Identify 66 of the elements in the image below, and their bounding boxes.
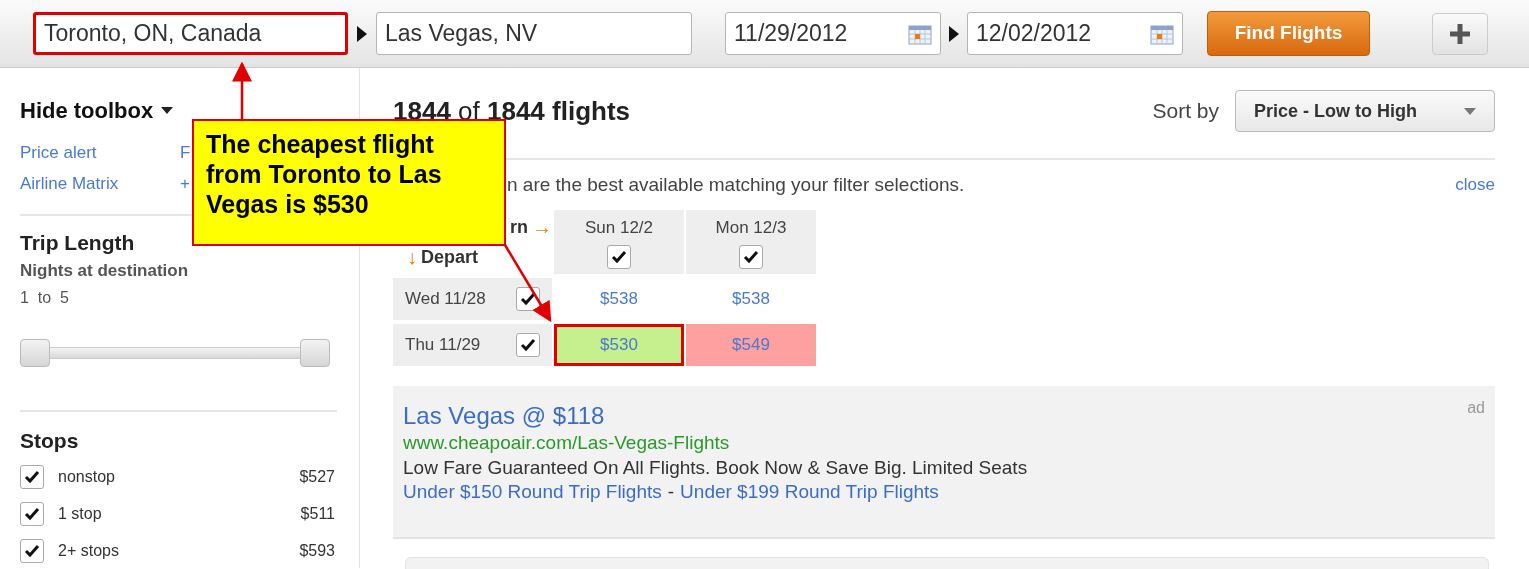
section-title: Trip Length xyxy=(20,230,136,256)
checkbox[interactable] xyxy=(20,465,44,489)
checkbox[interactable] xyxy=(516,287,540,311)
checkbox[interactable] xyxy=(516,333,540,357)
stop-label: 2+ stops xyxy=(58,541,120,561)
link-separator: - xyxy=(667,480,675,504)
calendar-icon[interactable] xyxy=(1150,22,1174,45)
column-date: Sun 12/2 xyxy=(584,217,654,240)
sort-dropdown[interactable]: Price - Low to High xyxy=(1235,90,1495,132)
checkbox[interactable] xyxy=(20,539,44,563)
check-icon xyxy=(520,292,536,306)
toolbox-link[interactable]: + xyxy=(180,174,190,193)
arrow-right-icon xyxy=(949,25,959,42)
column-date: Mon 12/3 xyxy=(715,217,787,240)
sort-label: Sort by xyxy=(1152,98,1219,125)
ad-link[interactable]: Under $199 Round Trip Flights xyxy=(680,480,939,504)
ad-url-link[interactable]: www.cheapoair.com/Las-Vegas-Flights xyxy=(403,431,730,455)
ad-tag: ad xyxy=(1467,396,1485,420)
callout-arrow xyxy=(232,61,252,119)
caret-icon[interactable] xyxy=(161,107,174,115)
return-arrow-icon: → xyxy=(532,212,552,242)
input-field[interactable]: 12/02/2012 xyxy=(967,12,1183,55)
slider-handle[interactable] xyxy=(20,339,50,367)
ad-description: Low Fare Guaranteed On All Flights. Book Now & Save Big. Limited Seats xyxy=(403,456,1029,480)
checkbox[interactable] xyxy=(20,502,44,526)
stop-price: $511 xyxy=(300,504,335,524)
callout-box: The cheapest flight from Toronto to Las Vegas is $530 xyxy=(192,119,506,246)
caret-icon xyxy=(1464,107,1476,115)
close-link[interactable]: close xyxy=(1455,172,1495,198)
ad-title-link[interactable]: Las Vegas @ $118 xyxy=(403,402,605,430)
depart-label: Depart xyxy=(421,245,478,269)
input-field[interactable]: Las Vegas, NV xyxy=(376,12,692,55)
return-label: rn xyxy=(510,215,528,239)
row-date: Wed 11/28 xyxy=(405,288,486,311)
checkbox[interactable] xyxy=(607,244,631,269)
checkbox[interactable] xyxy=(739,244,763,269)
stop-price: $593 xyxy=(299,541,335,561)
hide-toolbox-toggle[interactable]: Hide toolbox xyxy=(20,98,154,124)
check-icon xyxy=(24,470,40,484)
add-button[interactable] xyxy=(1432,12,1488,55)
price-cell[interactable]: $530 xyxy=(554,324,684,366)
notice-text: n are the best available matching your filter selections. xyxy=(507,172,965,197)
slider-handle[interactable] xyxy=(300,339,330,367)
find-flights-button[interactable]: Find Flights xyxy=(1207,11,1370,56)
plus-icon xyxy=(1449,22,1471,45)
check-icon xyxy=(24,507,40,521)
section-subtitle: Nights at destination xyxy=(20,260,190,282)
check-icon xyxy=(743,249,759,264)
arrow-right-icon xyxy=(357,25,367,42)
check-icon xyxy=(24,544,40,558)
input-field[interactable]: 11/29/2012 xyxy=(725,12,941,55)
toolbox-link[interactable]: F xyxy=(180,143,191,162)
stop-label: 1 stop xyxy=(58,504,103,524)
calendar-icon[interactable] xyxy=(908,22,932,45)
check-icon xyxy=(611,249,627,264)
section-title: Stops xyxy=(20,428,80,454)
toolbox-link[interactable]: Price alert xyxy=(20,143,97,162)
row-date: Thu 11/29 xyxy=(405,334,481,357)
input-field[interactable]: Toronto, ON, Canada xyxy=(33,12,348,55)
toolbox-link[interactable]: Airline Matrix xyxy=(20,174,119,193)
stop-label: nonstop xyxy=(58,467,116,487)
range-label: 1 to 5 xyxy=(20,288,70,308)
slider-track[interactable] xyxy=(20,339,330,367)
ad-link[interactable]: Under $150 Round Trip Flights xyxy=(403,480,662,504)
stop-price: $527 xyxy=(299,467,335,487)
check-icon xyxy=(520,338,536,352)
